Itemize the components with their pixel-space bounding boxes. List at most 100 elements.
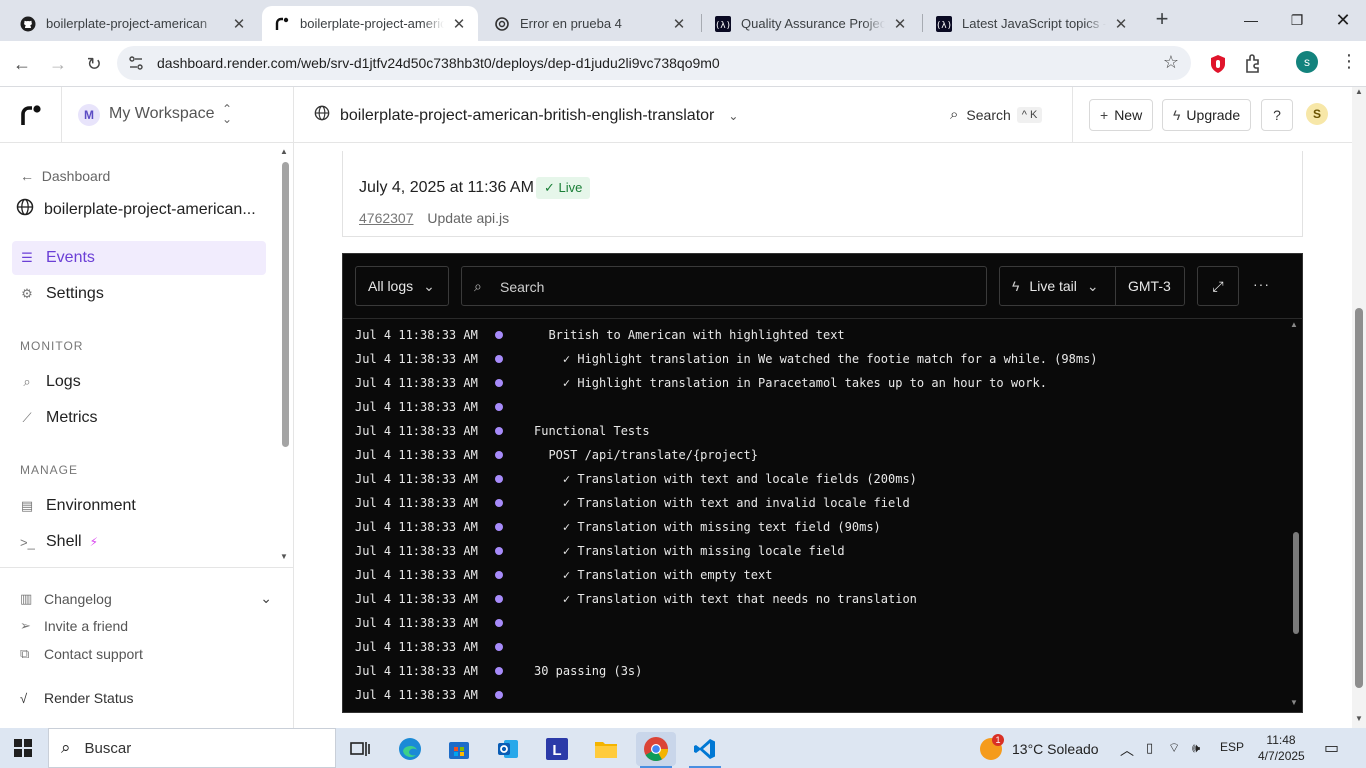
more-options-icon[interactable]: ··· [1253,276,1270,292]
chevron-down-icon: ⌄ [423,277,435,294]
plus-icon: + [1100,107,1109,123]
wifi-off-icon[interactable]: ⌔ [1168,740,1180,756]
search-icon: ⌕ [61,738,71,757]
log-message: ✓ Translation with text and locale field… [534,472,917,486]
adblock-extension-icon[interactable] [1206,52,1230,76]
chevron-up-down-icon[interactable]: ⌃ ⌄ [222,103,232,125]
log-timestamp: Jul 4 11:38:33 AM [355,328,478,342]
back-button[interactable]: ← [8,50,36,78]
language-indicator[interactable]: ESP [1220,740,1244,754]
store-icon[interactable] [439,732,479,766]
new-tab-button[interactable]: + [1150,8,1174,32]
terminal-icon: >_ [20,534,35,550]
sidebar-item-logs[interactable]: ⌕ Logs [12,365,266,399]
manage-heading: MANAGE [20,463,79,477]
log-timestamp: Jul 4 11:38:33 AM [355,592,478,606]
close-icon[interactable]: ✕ [670,15,688,33]
log-scrollbar[interactable]: ▲ ▼ [1288,320,1300,712]
live-tail-label: Live tail [1029,278,1077,294]
log-filter-dropdown[interactable]: All logs ⌄ [355,266,449,306]
chevron-down-icon[interactable]: ⌄ [260,590,272,607]
sidebar-item-settings[interactable]: ⚙ Settings [12,277,266,311]
address-bar[interactable]: dashboard.render.com/web/srv-d1jtfv24d50… [117,46,1191,80]
logs-icon: ⌕ [23,374,31,389]
close-icon[interactable]: ✕ [450,15,468,33]
page-scrollbar-thumb[interactable] [1355,308,1363,688]
live-tail-button[interactable]: ϟ Live tail ⌄ [999,266,1116,306]
sidebar-item-events[interactable]: ☰ Events [12,241,266,275]
task-view-icon[interactable] [340,732,380,766]
profile-avatar[interactable]: s [1296,51,1318,73]
notifications-icon[interactable]: ▭ [1324,738,1339,758]
render-status-link[interactable]: √ Render Status [20,690,134,706]
chevron-up-icon[interactable]: ︿ [1120,740,1134,760]
browser-tab[interactable]: Error en prueba 4 ✕ [482,6,698,41]
log-level-dot-icon [495,667,503,675]
freecodecamp-icon: (λ) [715,15,731,32]
edge-icon[interactable] [390,732,430,766]
url-text: dashboard.render.com/web/srv-d1jtfv24d50… [157,55,720,71]
extensions-icon[interactable] [1243,52,1267,76]
close-icon[interactable]: ✕ [891,15,909,33]
close-window-button[interactable]: ✕ [1320,0,1366,40]
log-viewer: All logs ⌄ ⌕ ϟ Live tail ⌄ GMT-3 ⤢ ··· J… [342,253,1303,713]
log-timestamp: Jul 4 11:38:33 AM [355,472,478,486]
log-search-input[interactable] [500,276,970,298]
sidebar-item-shell[interactable]: >_ Shell ⚡ [12,525,266,559]
service-switcher[interactable]: boilerplate-project-american-british-eng… [314,105,738,126]
dashboard-link[interactable]: ← Dashboard [20,168,110,184]
upgrade-label: Upgrade [1186,107,1241,123]
changelog-link[interactable]: ▥ Changelog ⌄ [20,590,272,607]
vscode-icon[interactable] [685,732,725,768]
site-info-icon[interactable] [127,54,145,72]
render-logo-icon[interactable] [20,104,42,126]
sidebar-item-environment[interactable]: ▤ Environment [12,489,266,523]
user-avatar[interactable]: S [1306,103,1328,125]
chrome-icon[interactable] [636,732,676,768]
contact-support-link[interactable]: ⧉ Contact support [20,646,143,662]
search-button[interactable]: ⌕ Search ^ K [950,106,1043,123]
timezone-label: GMT-3 [1128,278,1171,294]
commit-hash-link[interactable]: 4762307 [359,210,414,226]
browser-tab[interactable]: (λ) Latest JavaScript topics - The ✕ [924,6,1140,41]
file-explorer-icon[interactable] [586,732,626,766]
log-timestamp: Jul 4 11:38:33 AM [355,424,478,438]
search-icon: ⌕ [950,106,959,123]
close-icon[interactable]: ✕ [230,15,248,33]
browser-tab[interactable]: boilerplate-project-american ✕ [8,6,258,41]
battery-icon[interactable]: ▯ [1146,740,1153,756]
reload-button[interactable]: ↻ [80,50,108,78]
browser-tab[interactable]: (λ) Quality Assurance Projects - ✕ [703,6,919,41]
log-level-dot-icon [495,475,503,483]
minimize-button[interactable]: — [1228,0,1274,40]
weather-widget[interactable]: 1 13°C Soleado [980,734,1099,760]
list-icon: ☰ [21,250,33,265]
forward-button[interactable]: → [44,50,72,78]
volume-icon[interactable]: 🕪 [1192,740,1200,756]
help-button[interactable]: ? [1261,99,1293,131]
browser-menu-icon[interactable]: ⋮ [1340,51,1364,75]
browser-tab-active[interactable]: boilerplate-project-american ✕ [262,6,478,41]
invite-label: Invite a friend [44,618,129,634]
invite-friend-link[interactable]: ➢ Invite a friend [20,618,128,634]
workspace-avatar[interactable]: M [78,104,100,126]
fullscreen-button[interactable]: ⤢ [1197,266,1239,306]
outlook-icon[interactable] [488,732,528,766]
clock[interactable]: 11:48 4/7/2025 [1258,732,1305,764]
log-scrollbar-thumb[interactable] [1293,532,1299,634]
tab-title: boilerplate-project-american [300,16,444,31]
log-search[interactable]: ⌕ [461,266,987,306]
bookmark-star-icon[interactable]: ☆ [1163,52,1179,73]
new-button[interactable]: + New [1089,99,1154,131]
workspace-name[interactable]: My Workspace [109,105,215,123]
lens-app-icon[interactable]: L [537,732,577,766]
close-icon[interactable]: ✕ [1112,15,1130,33]
upgrade-button[interactable]: ϟ Upgrade [1162,99,1252,131]
taskbar-search[interactable]: ⌕ Buscar [48,728,336,768]
new-label: New [1114,107,1143,123]
timezone-button[interactable]: GMT-3 [1115,266,1185,306]
windows-start-icon[interactable] [14,739,32,757]
sidebar-item-metrics[interactable]: ⟋ Metrics [12,401,266,435]
sidebar-scrollbar-thumb[interactable] [282,162,289,447]
restore-button[interactable]: ❐ [1274,0,1320,40]
